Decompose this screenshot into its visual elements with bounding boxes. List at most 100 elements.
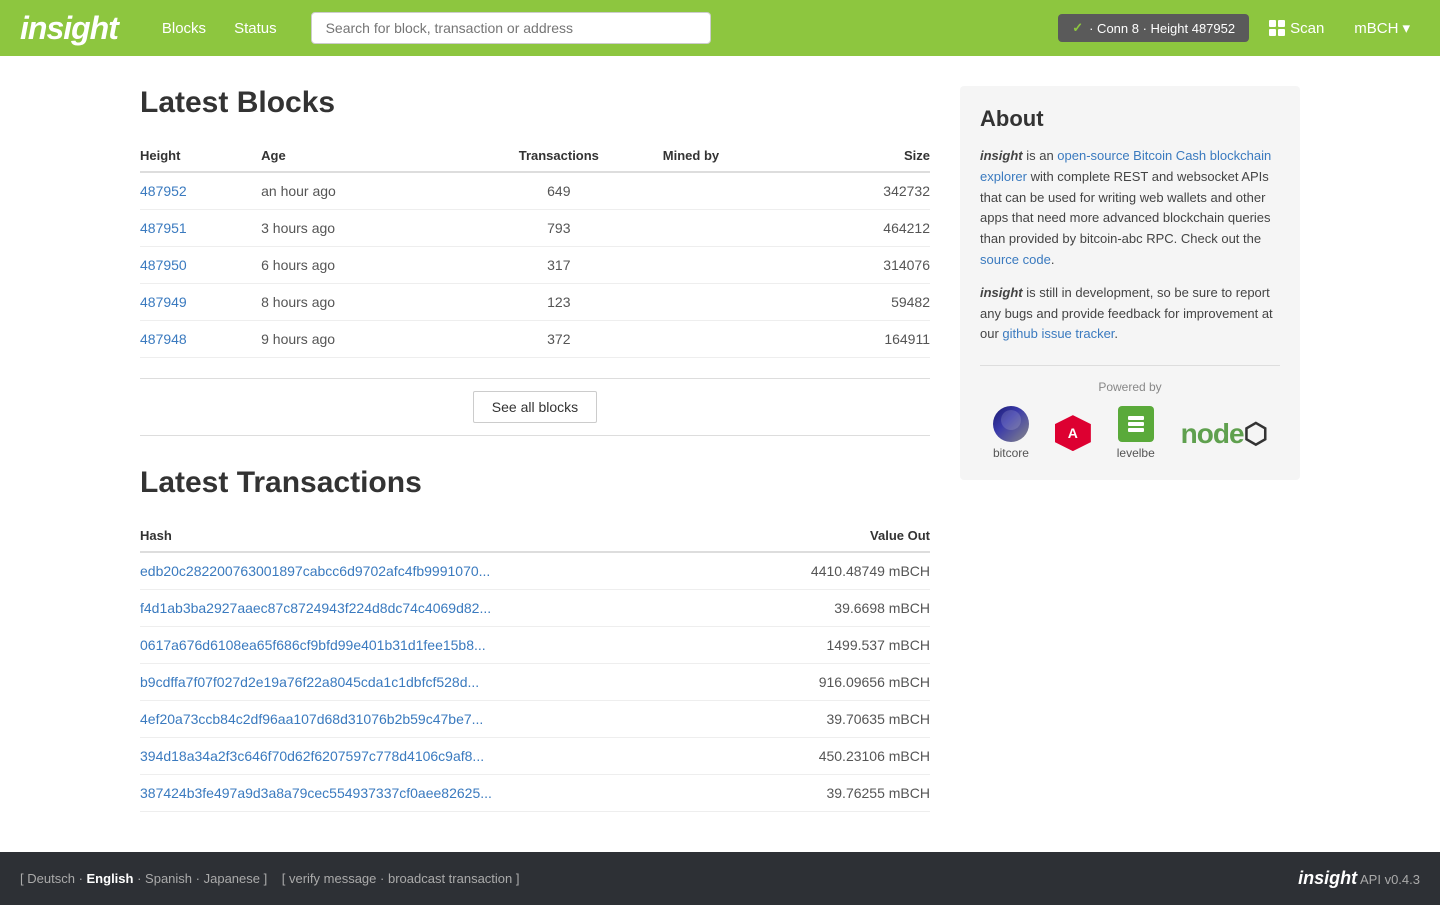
- col-size: Size: [809, 140, 930, 172]
- block-age: 8 hours ago: [261, 284, 455, 321]
- broadcast-transaction-link[interactable]: broadcast transaction: [388, 871, 512, 886]
- scan-icon: [1269, 20, 1285, 36]
- lang-english[interactable]: English: [87, 871, 134, 886]
- powered-logos: bitcore A levelbe node⬡: [980, 406, 1280, 460]
- tx-hash-link[interactable]: b9cdffa7f07f027d2e19a76f22a8045cda1c1dbf…: [140, 674, 479, 690]
- leveldb-logo: levelbe: [1117, 406, 1155, 460]
- block-height-link[interactable]: 487951: [140, 220, 187, 236]
- tx-hash-link[interactable]: 4ef20a73ccb84c2df96aa107d68d31076b2b59c4…: [140, 711, 483, 727]
- table-row: 394d18a34a2f3c646f70d62f6207597c778d4106…: [140, 738, 930, 775]
- lang-spanish[interactable]: Spanish: [145, 871, 192, 886]
- lang-sep-3: ·: [196, 871, 204, 886]
- source-code-link[interactable]: source code: [980, 252, 1051, 267]
- scan-button[interactable]: Scan: [1259, 14, 1334, 43]
- block-height-link[interactable]: 487948: [140, 331, 187, 347]
- tx-hash: edb20c282200763001897cabcc6d9702afc4fb99…: [140, 552, 730, 590]
- tx-value-out: 39.76255 mBCH: [730, 775, 930, 812]
- tx-hash: f4d1ab3ba2927aaec87c8724943f224d8dc74c40…: [140, 590, 730, 627]
- tx-value-out: 450.23106 mBCH: [730, 738, 930, 775]
- lang-suffix: ]: [264, 871, 268, 886]
- block-age: an hour ago: [261, 172, 455, 210]
- blocks-title: Latest Blocks: [140, 86, 930, 120]
- see-all-wrapper: See all blocks: [140, 378, 930, 436]
- table-row: 4ef20a73ccb84c2df96aa107d68d31076b2b59c4…: [140, 701, 930, 738]
- nodejs-icon: node⬡: [1181, 417, 1267, 450]
- block-height: 487948: [140, 321, 261, 358]
- insight-brand-2: insight: [980, 285, 1023, 300]
- block-transactions: 123: [455, 284, 663, 321]
- tx-hash-link[interactable]: f4d1ab3ba2927aaec87c8724943f224d8dc74c40…: [140, 600, 491, 616]
- col-hash: Hash: [140, 520, 730, 552]
- table-row: 387424b3fe497a9d3a8a79cec554937337cf0aee…: [140, 775, 930, 812]
- tools-spacer: [271, 871, 278, 886]
- mbch-dropdown[interactable]: mBCH ▾: [1344, 13, 1420, 43]
- block-mined-by: [663, 210, 809, 247]
- block-mined-by: [663, 321, 809, 358]
- table-row: 487952 an hour ago 649 342732: [140, 172, 930, 210]
- lang-sep-2: ·: [137, 871, 145, 886]
- tx-hash-link[interactable]: edb20c282200763001897cabcc6d9702afc4fb99…: [140, 563, 490, 579]
- blocks-table: Height Age Transactions Mined by Size 48…: [140, 140, 930, 358]
- block-height-link[interactable]: 487952: [140, 183, 187, 199]
- powered-by-section: Powered by bitcore A levelbe: [980, 365, 1280, 460]
- block-mined-by: [663, 247, 809, 284]
- col-mined-by: Mined by: [663, 140, 809, 172]
- nav-blocks[interactable]: Blocks: [148, 12, 220, 45]
- transactions-title: Latest Transactions: [140, 466, 930, 500]
- see-all-blocks-button[interactable]: See all blocks: [473, 391, 597, 423]
- table-row: 487951 3 hours ago 793 464212: [140, 210, 930, 247]
- tx-value-out: 4410.48749 mBCH: [730, 552, 930, 590]
- block-height: 487949: [140, 284, 261, 321]
- brand-logo[interactable]: insight: [20, 10, 118, 47]
- block-size: 314076: [809, 247, 930, 284]
- block-height: 487951: [140, 210, 261, 247]
- table-row: 0617a676d6108ea65f686cf9bfd99e401b31d1fe…: [140, 627, 930, 664]
- nav-status[interactable]: Status: [220, 12, 291, 45]
- search-form: [311, 12, 711, 44]
- lang-deutsch[interactable]: Deutsch: [27, 871, 75, 886]
- powered-by-label: Powered by: [980, 380, 1280, 394]
- verify-message-link[interactable]: verify message: [289, 871, 376, 886]
- table-row: 487948 9 hours ago 372 164911: [140, 321, 930, 358]
- tx-hash-link[interactable]: 387424b3fe497a9d3a8a79cec554937337cf0aee…: [140, 785, 492, 801]
- tx-hash-link[interactable]: 394d18a34a2f3c646f70d62f6207597c778d4106…: [140, 748, 484, 764]
- lang-sep-1: ·: [79, 871, 87, 886]
- tx-hash-link[interactable]: 0617a676d6108ea65f686cf9bfd99e401b31d1fe…: [140, 637, 486, 653]
- main-content: Latest Blocks Height Age Transactions Mi…: [120, 56, 1320, 852]
- search-input[interactable]: [311, 12, 711, 44]
- github-issue-link[interactable]: github issue tracker: [1002, 326, 1114, 341]
- block-size: 164911: [809, 321, 930, 358]
- navbar: insight Blocks Status ✓ · Conn 8 · Heigh…: [0, 0, 1440, 56]
- check-icon: ✓: [1072, 20, 1083, 36]
- navbar-right: ✓ · Conn 8 · Height 487952 Scan mBCH ▾: [1058, 13, 1420, 43]
- leveldb-label: levelbe: [1117, 446, 1155, 460]
- chevron-down-icon: ▾: [1402, 19, 1410, 37]
- tx-hash: 0617a676d6108ea65f686cf9bfd99e401b31d1fe…: [140, 627, 730, 664]
- block-height-link[interactable]: 487950: [140, 257, 187, 273]
- insight-brand-1: insight: [980, 148, 1023, 163]
- block-transactions: 372: [455, 321, 663, 358]
- block-age: 6 hours ago: [261, 247, 455, 284]
- block-height-link[interactable]: 487949: [140, 294, 187, 310]
- block-age: 3 hours ago: [261, 210, 455, 247]
- col-transactions: Transactions: [455, 140, 663, 172]
- bitcore-logo: bitcore: [993, 406, 1029, 460]
- tx-hash: b9cdffa7f07f027d2e19a76f22a8045cda1c1dbf…: [140, 664, 730, 701]
- left-panel: Latest Blocks Height Age Transactions Mi…: [140, 86, 930, 812]
- table-row: f4d1ab3ba2927aaec87c8724943f224d8dc74c40…: [140, 590, 930, 627]
- col-age: Age: [261, 140, 455, 172]
- leveldb-icon: [1118, 406, 1154, 442]
- tx-hash: 394d18a34a2f3c646f70d62f6207597c778d4106…: [140, 738, 730, 775]
- tools-prefix: [: [282, 871, 289, 886]
- table-row: 487949 8 hours ago 123 59482: [140, 284, 930, 321]
- block-size: 342732: [809, 172, 930, 210]
- nodejs-logo: node⬡: [1181, 417, 1267, 450]
- lang-japanese[interactable]: Japanese: [204, 871, 260, 886]
- angular-icon: A: [1055, 415, 1091, 451]
- block-height: 487952: [140, 172, 261, 210]
- tx-hash: 4ef20a73ccb84c2df96aa107d68d31076b2b59c4…: [140, 701, 730, 738]
- col-height: Height: [140, 140, 261, 172]
- about-text-1: insight is an open-source Bitcoin Cash b…: [980, 146, 1280, 271]
- block-transactions: 649: [455, 172, 663, 210]
- col-value-out: Value Out: [730, 520, 930, 552]
